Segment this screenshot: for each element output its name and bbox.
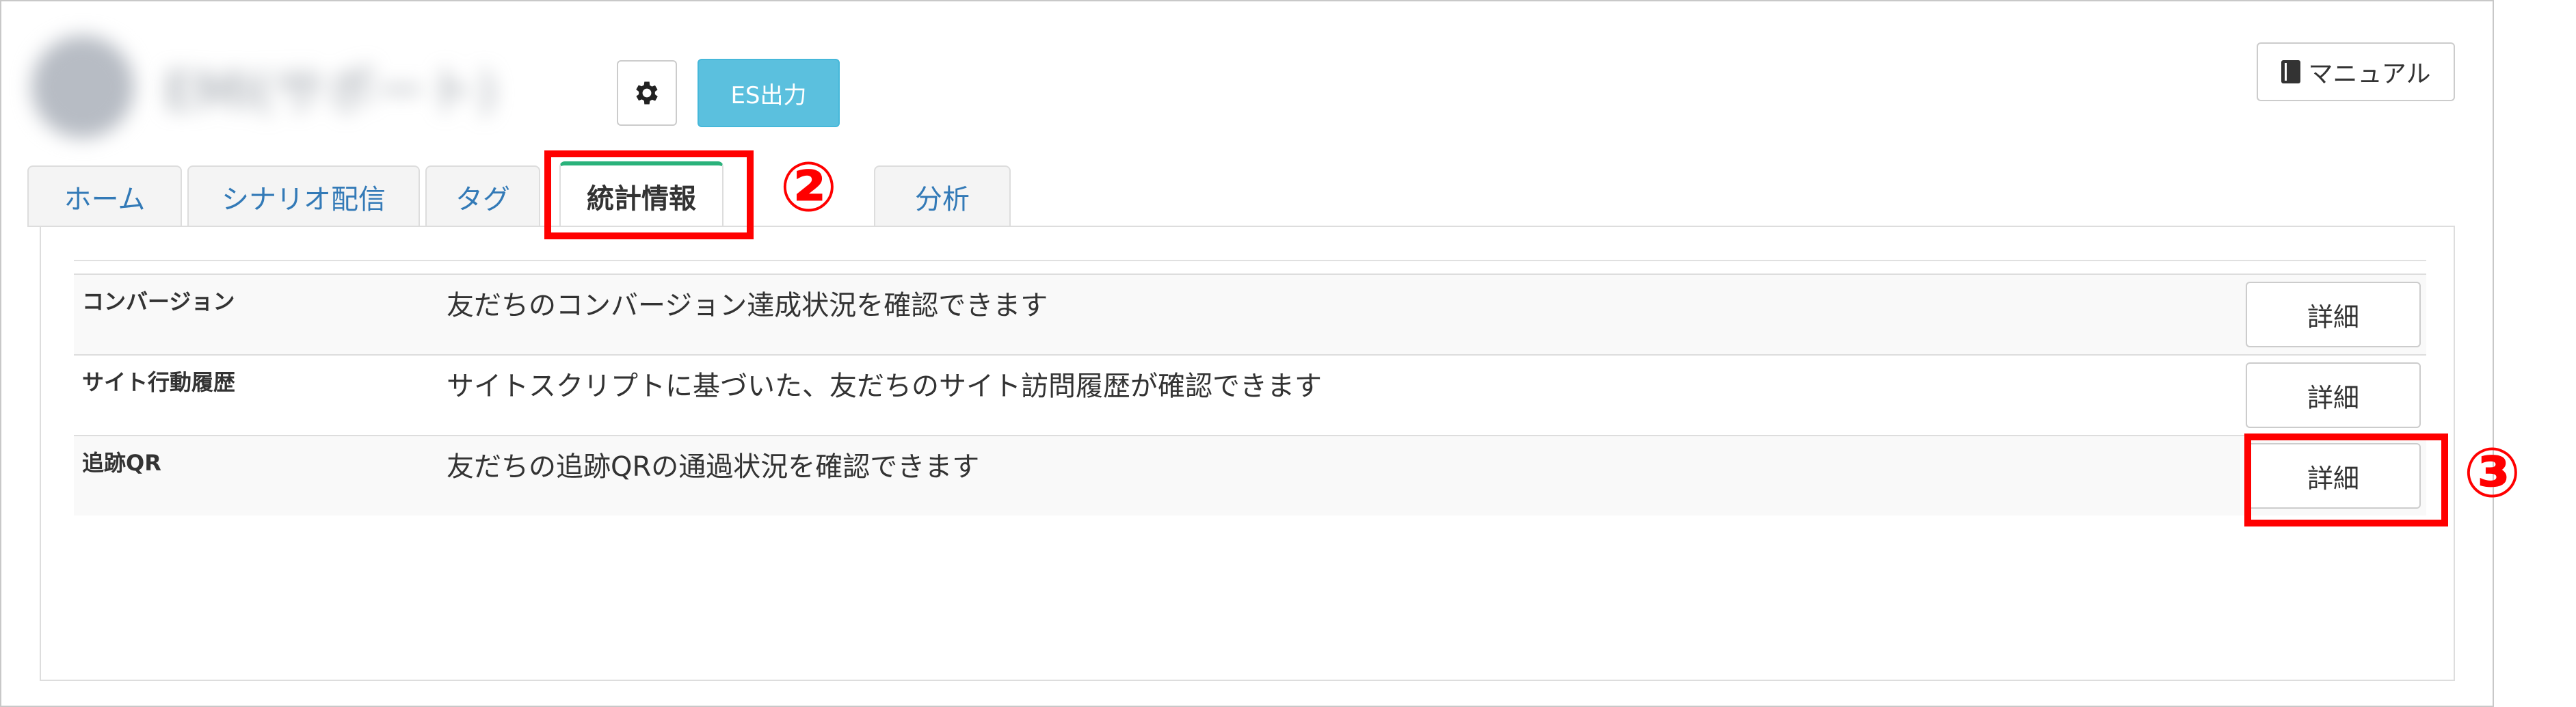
tab-home[interactable]: ホーム (27, 165, 182, 227)
callout-number-2: ② (780, 147, 838, 227)
statistics-panel: コンバージョン 友だちのコンバージョン達成状況を確認できます 詳細 サイト行動履… (40, 227, 2455, 681)
row-description: サイトスクリプトに基づいた、友だちのサイト訪問履歴が確認できます (447, 371, 1322, 402)
es-export-button[interactable]: ES出力 (698, 59, 840, 127)
tab-tag[interactable]: タグ (425, 165, 540, 227)
settings-button[interactable] (617, 60, 677, 126)
table-row: 追跡QR 友だちの追跡QRの通過状況を確認できます 詳細 (74, 435, 2426, 516)
manual-button[interactable]: マニュアル (2257, 42, 2455, 101)
table-divider (74, 260, 2426, 261)
table-row: コンバージョン 友だちのコンバージョン達成状況を確認できます 詳細 (74, 274, 2426, 354)
tab-analysis[interactable]: 分析 (874, 165, 1011, 227)
avatar (31, 36, 134, 138)
callout-box-statistics-tab (544, 150, 754, 239)
row-name: コンバージョン (82, 289, 235, 315)
callout-number-3: ③ (2463, 433, 2521, 513)
account-name: EMI(サポート) (164, 62, 497, 121)
app-frame: EMI(サポート) ES出力 マニュアル ホーム シナリオ配信 タグ 統計情報 … (0, 0, 2521, 707)
row-description: 友だちの追跡QRの通過状況を確認できます (447, 451, 980, 483)
gear-icon (636, 81, 658, 105)
manual-button-label: マニュアル (2308, 60, 2431, 88)
detail-button[interactable]: 詳細 (2246, 362, 2421, 428)
row-name: サイト行動履歴 (82, 369, 236, 395)
tab-scenario[interactable]: シナリオ配信 (187, 165, 420, 227)
book-icon (2281, 60, 2300, 83)
table-row: サイト行動履歴 サイトスクリプトに基づいた、友だちのサイト訪問履歴が確認できます… (74, 354, 2426, 435)
detail-button[interactable]: 詳細 (2246, 282, 2421, 347)
account-info: EMI(サポート) (31, 36, 613, 138)
row-description: 友だちのコンバージョン達成状況を確認できます (447, 290, 1048, 321)
row-name: 追跡QR (82, 450, 161, 476)
callout-box-detail-button (2244, 433, 2448, 526)
